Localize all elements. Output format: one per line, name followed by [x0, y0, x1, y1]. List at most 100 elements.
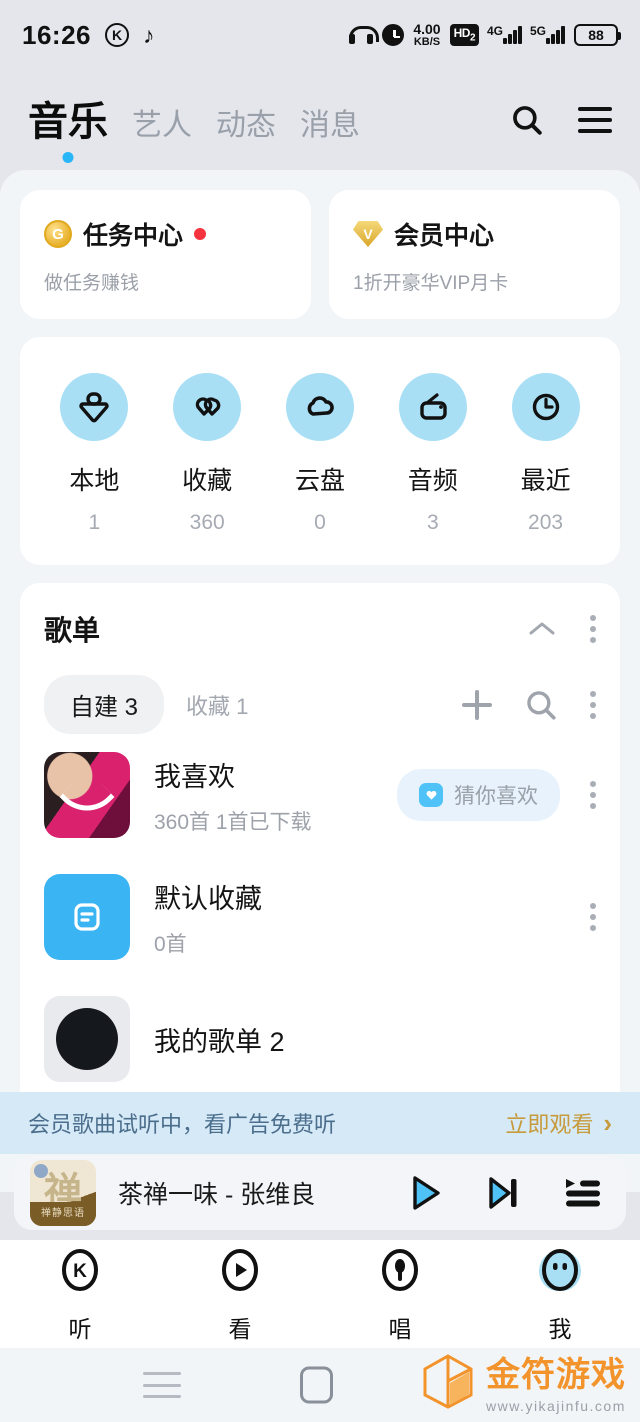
network-speed: 4.00 KB/S — [413, 22, 440, 48]
quick-item-recent[interactable]: 最近 203 — [511, 373, 580, 535]
vip-center-head: V 会员中心 — [353, 216, 596, 252]
playlist-row-favorites[interactable]: 我喜欢 360首 1首已下载 猜你喜欢 — [44, 734, 596, 856]
playlist-subtab-created-label: 自建 — [70, 694, 118, 721]
radio-audio-icon — [398, 373, 467, 441]
playlist-subtabs: 自建 3 收藏 1 — [44, 675, 596, 734]
nav-profile[interactable]: 我 — [480, 1244, 640, 1344]
chevron-right-icon: › — [603, 1107, 612, 1138]
nav-sing[interactable]: 唱 — [320, 1244, 480, 1344]
chevron-up-icon[interactable] — [528, 621, 556, 637]
bottom-navigation: K 听 看 唱 我 — [0, 1240, 640, 1348]
quick-item-audio-label: 音频 — [407, 467, 458, 495]
cloud-disk-icon — [285, 373, 354, 441]
quick-item-favorites-count: 360 — [189, 511, 225, 534]
tab-artist[interactable]: 艺人 — [132, 100, 192, 148]
recommend-badge[interactable]: 猜你喜欢 — [397, 769, 560, 821]
tab-feed[interactable]: 动态 — [216, 100, 276, 148]
mini-player-controls — [404, 1173, 610, 1213]
playlist-more-icon[interactable] — [590, 615, 596, 643]
ad-banner-text: 会员歌曲试听中，看广告免费听 — [28, 1112, 337, 1137]
playlist-subtab-collected[interactable]: 收藏 1 — [164, 677, 270, 733]
status-bar-left: 16:26 K ♪ — [22, 20, 155, 51]
nav-listen-label: 听 — [68, 1316, 92, 1342]
search-icon[interactable] — [510, 103, 544, 137]
sim2-label: 5G — [530, 23, 547, 38]
task-center-badge — [194, 228, 207, 240]
playlist-subtab-created[interactable]: 自建 3 — [44, 675, 165, 734]
playlist-subtab-actions — [462, 688, 596, 722]
playlist-meta: 默认收藏 0首 — [154, 877, 262, 958]
nav-profile-label: 我 — [548, 1316, 572, 1342]
watermark-title: 金符游戏 — [486, 1355, 626, 1395]
status-bar: 16:26 K ♪ 4.00 KB/S HD2 4G 5G 88 — [0, 0, 640, 70]
watermark-text: 金符游戏 www.yikajinfu.com — [486, 1347, 626, 1414]
sim1-label: 4G — [487, 23, 504, 38]
playlist-name: 我喜欢 — [154, 761, 235, 792]
plus-icon[interactable] — [462, 689, 492, 720]
promo-card-row: G 任务中心 做任务赚钱 V 会员中心 1折开豪华VIP月卡 — [20, 190, 620, 319]
task-center-card[interactable]: G 任务中心 做任务赚钱 — [20, 190, 311, 319]
playlist-card: 歌单 自建 3 收藏 1 我喜欢 360首 1首已下载 猜你喜欢 默认收藏 0首… — [20, 583, 620, 1110]
headphones-icon — [349, 25, 380, 44]
network-speed-value: 4.00 — [413, 20, 441, 37]
watermark-url: www.yikajinfu.com — [486, 1398, 626, 1414]
playlist-subtitle: 360首 1首已下载 — [154, 810, 312, 834]
android-home-icon[interactable] — [300, 1366, 333, 1404]
album-art: 禅 禅静思语 — [30, 1160, 96, 1226]
watermark: 金符游戏 www.yikajinfu.com — [422, 1347, 626, 1414]
quick-item-local[interactable]: 本地 1 — [60, 373, 129, 535]
playlist-thumbnail — [44, 874, 130, 960]
task-center-subtitle: 做任务赚钱 — [44, 273, 140, 294]
favorite-hearts-icon — [173, 373, 242, 441]
nav-watch[interactable]: 看 — [160, 1244, 320, 1344]
main-content: G 任务中心 做任务赚钱 V 会员中心 1折开豪华VIP月卡 本地 1 收藏 3… — [0, 170, 640, 1192]
vip-center-subtitle: 1折开豪华VIP月卡 — [353, 273, 509, 294]
quick-item-local-label: 本地 — [69, 467, 120, 495]
quick-item-cloud[interactable]: 云盘 0 — [285, 373, 354, 535]
quick-item-audio[interactable]: 音频 3 — [398, 373, 467, 535]
quick-item-recent-count: 203 — [528, 511, 564, 534]
vip-diamond-icon: V — [353, 221, 383, 247]
playlist-row-default[interactable]: 默认收藏 0首 — [44, 856, 596, 978]
playlist-subtab-collected-count: 1 — [236, 693, 249, 719]
playlist-row-mine[interactable]: 我的歌单 2 — [44, 978, 596, 1100]
quick-item-recent-label: 最近 — [520, 467, 571, 495]
nav-listen[interactable]: K 听 — [0, 1244, 160, 1344]
skip-next-icon[interactable] — [484, 1173, 524, 1213]
android-menu-icon[interactable] — [143, 1372, 181, 1398]
signal-sim2-icon: 5G — [530, 23, 565, 44]
vip-center-title: 会员中心 — [394, 222, 495, 250]
playlist-thumbnail — [44, 752, 130, 838]
status-bar-right: 4.00 KB/S HD2 4G 5G 88 — [349, 22, 621, 48]
tab-music[interactable]: 音乐 — [28, 89, 108, 163]
task-center-head: G 任务中心 — [44, 216, 287, 252]
task-center-title: 任务中心 — [83, 222, 184, 250]
quick-item-favorites[interactable]: 收藏 360 — [173, 373, 242, 535]
alarm-clock-icon — [382, 23, 405, 46]
kugou-listen-icon: K — [54, 1244, 106, 1296]
play-icon[interactable] — [404, 1173, 444, 1213]
mini-player[interactable]: 禅 禅静思语 茶禅一味 - 张维良 — [14, 1156, 626, 1230]
hamburger-menu-icon[interactable] — [578, 107, 612, 133]
playlist-row-more-icon[interactable] — [590, 903, 596, 931]
recent-clock-icon — [511, 373, 580, 441]
ad-banner-cta[interactable]: 立即观看 › — [505, 1107, 612, 1139]
watch-play-icon — [214, 1244, 266, 1296]
sing-mic-icon — [374, 1244, 426, 1296]
quick-item-cloud-count: 0 — [314, 511, 326, 534]
playlist-header: 歌单 — [44, 609, 596, 649]
status-time: 16:26 — [22, 19, 91, 50]
quick-access-grid: 本地 1 收藏 360 云盘 0 音频 3 最近 203 — [38, 373, 602, 535]
playlist-queue-icon[interactable] — [564, 1177, 602, 1209]
playlist-sort-icon[interactable] — [590, 690, 596, 719]
kugou-k-icon: K — [105, 23, 129, 47]
vip-center-card[interactable]: V 会员中心 1折开豪华VIP月卡 — [329, 190, 620, 319]
signal-sim1-icon: 4G — [487, 23, 522, 44]
tab-messages[interactable]: 消息 — [300, 100, 360, 148]
ad-banner[interactable]: 会员歌曲试听中，看广告免费听 立即观看 › — [0, 1092, 640, 1154]
playlist-search-icon[interactable] — [524, 688, 558, 722]
network-speed-unit: KB/S — [413, 35, 441, 48]
quick-item-audio-count: 3 — [426, 511, 439, 534]
hd-voice-icon: HD2 — [449, 24, 479, 46]
playlist-row-more-icon[interactable] — [590, 781, 596, 809]
